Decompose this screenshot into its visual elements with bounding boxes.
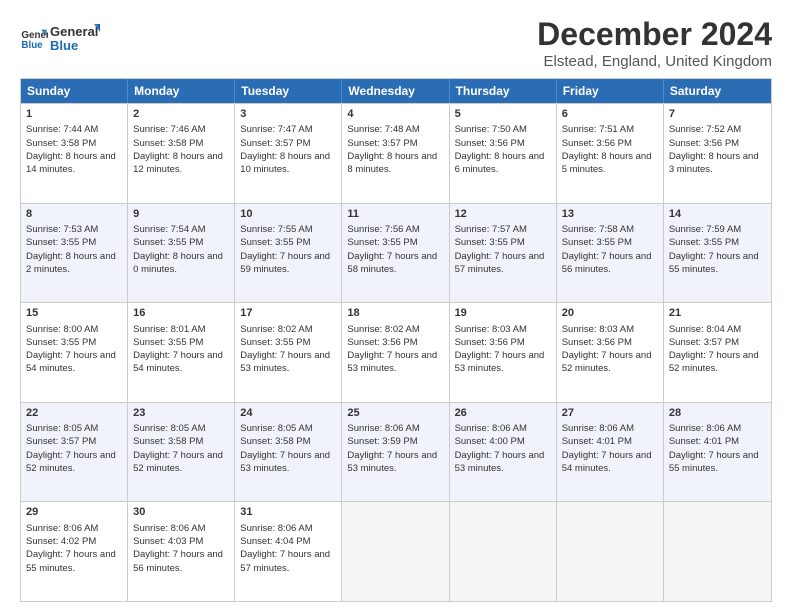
header-wednesday: Wednesday [342, 79, 449, 103]
day-13: 13 Sunrise: 7:58 AMSunset: 3:55 PMDaylig… [557, 204, 664, 303]
logo-svg: General Blue [50, 20, 100, 56]
week-row-4: 22 Sunrise: 8:05 AMSunset: 3:57 PMDaylig… [21, 402, 771, 502]
logo-icon: General Blue [20, 24, 48, 52]
week-row-1: 1 Sunrise: 7:44 AMSunset: 3:58 PMDayligh… [21, 103, 771, 203]
day-15: 15 Sunrise: 8:00 AMSunset: 3:55 PMDaylig… [21, 303, 128, 402]
day-11: 11 Sunrise: 7:56 AMSunset: 3:55 PMDaylig… [342, 204, 449, 303]
day-7: 7 Sunrise: 7:52 AMSunset: 3:56 PMDayligh… [664, 104, 771, 203]
logo: General Blue General Blue [20, 20, 100, 56]
svg-text:General: General [50, 24, 98, 39]
day-2: 2 Sunrise: 7:46 AMSunset: 3:58 PMDayligh… [128, 104, 235, 203]
day-6: 6 Sunrise: 7:51 AMSunset: 3:56 PMDayligh… [557, 104, 664, 203]
day-17: 17 Sunrise: 8:02 AMSunset: 3:55 PMDaylig… [235, 303, 342, 402]
day-16: 16 Sunrise: 8:01 AMSunset: 3:55 PMDaylig… [128, 303, 235, 402]
week-row-2: 8 Sunrise: 7:53 AMSunset: 3:55 PMDayligh… [21, 203, 771, 303]
subtitle: Elstead, England, United Kingdom [537, 53, 772, 70]
header-saturday: Saturday [664, 79, 771, 103]
day-5: 5 Sunrise: 7:50 AMSunset: 3:56 PMDayligh… [450, 104, 557, 203]
day-22: 22 Sunrise: 8:05 AMSunset: 3:57 PMDaylig… [21, 403, 128, 502]
header-friday: Friday [557, 79, 664, 103]
header-sunday: Sunday [21, 79, 128, 103]
day-9: 9 Sunrise: 7:54 AMSunset: 3:55 PMDayligh… [128, 204, 235, 303]
day-27: 27 Sunrise: 8:06 AMSunset: 4:01 PMDaylig… [557, 403, 664, 502]
empty-4 [664, 502, 771, 601]
empty-3 [557, 502, 664, 601]
svg-text:Blue: Blue [21, 40, 43, 51]
header-thursday: Thursday [450, 79, 557, 103]
week-row-3: 15 Sunrise: 8:00 AMSunset: 3:55 PMDaylig… [21, 302, 771, 402]
day-4: 4 Sunrise: 7:48 AMSunset: 3:57 PMDayligh… [342, 104, 449, 203]
day-19: 19 Sunrise: 8:03 AMSunset: 3:56 PMDaylig… [450, 303, 557, 402]
day-21: 21 Sunrise: 8:04 AMSunset: 3:57 PMDaylig… [664, 303, 771, 402]
header: General Blue General Blue December 2024 … [20, 16, 772, 70]
day-31: 31 Sunrise: 8:06 AMSunset: 4:04 PMDaylig… [235, 502, 342, 601]
day-8: 8 Sunrise: 7:53 AMSunset: 3:55 PMDayligh… [21, 204, 128, 303]
day-14: 14 Sunrise: 7:59 AMSunset: 3:55 PMDaylig… [664, 204, 771, 303]
day-1: 1 Sunrise: 7:44 AMSunset: 3:58 PMDayligh… [21, 104, 128, 203]
week-row-5: 29 Sunrise: 8:06 AMSunset: 4:02 PMDaylig… [21, 501, 771, 601]
day-18: 18 Sunrise: 8:02 AMSunset: 3:56 PMDaylig… [342, 303, 449, 402]
title-block: December 2024 Elstead, England, United K… [537, 16, 772, 70]
empty-2 [450, 502, 557, 601]
day-3: 3 Sunrise: 7:47 AMSunset: 3:57 PMDayligh… [235, 104, 342, 203]
day-20: 20 Sunrise: 8:03 AMSunset: 3:56 PMDaylig… [557, 303, 664, 402]
day-29: 29 Sunrise: 8:06 AMSunset: 4:02 PMDaylig… [21, 502, 128, 601]
day-25: 25 Sunrise: 8:06 AMSunset: 3:59 PMDaylig… [342, 403, 449, 502]
header-monday: Monday [128, 79, 235, 103]
empty-1 [342, 502, 449, 601]
day-26: 26 Sunrise: 8:06 AMSunset: 4:00 PMDaylig… [450, 403, 557, 502]
day-30: 30 Sunrise: 8:06 AMSunset: 4:03 PMDaylig… [128, 502, 235, 601]
calendar-header: Sunday Monday Tuesday Wednesday Thursday… [21, 79, 771, 103]
calendar: Sunday Monday Tuesday Wednesday Thursday… [20, 78, 772, 602]
day-12: 12 Sunrise: 7:57 AMSunset: 3:55 PMDaylig… [450, 204, 557, 303]
day-24: 24 Sunrise: 8:05 AMSunset: 3:58 PMDaylig… [235, 403, 342, 502]
page: General Blue General Blue December 2024 … [0, 0, 792, 612]
main-title: December 2024 [537, 16, 772, 53]
calendar-body: 1 Sunrise: 7:44 AMSunset: 3:58 PMDayligh… [21, 103, 771, 601]
day-10: 10 Sunrise: 7:55 AMSunset: 3:55 PMDaylig… [235, 204, 342, 303]
svg-text:Blue: Blue [50, 38, 78, 53]
header-tuesday: Tuesday [235, 79, 342, 103]
day-23: 23 Sunrise: 8:05 AMSunset: 3:58 PMDaylig… [128, 403, 235, 502]
day-28: 28 Sunrise: 8:06 AMSunset: 4:01 PMDaylig… [664, 403, 771, 502]
